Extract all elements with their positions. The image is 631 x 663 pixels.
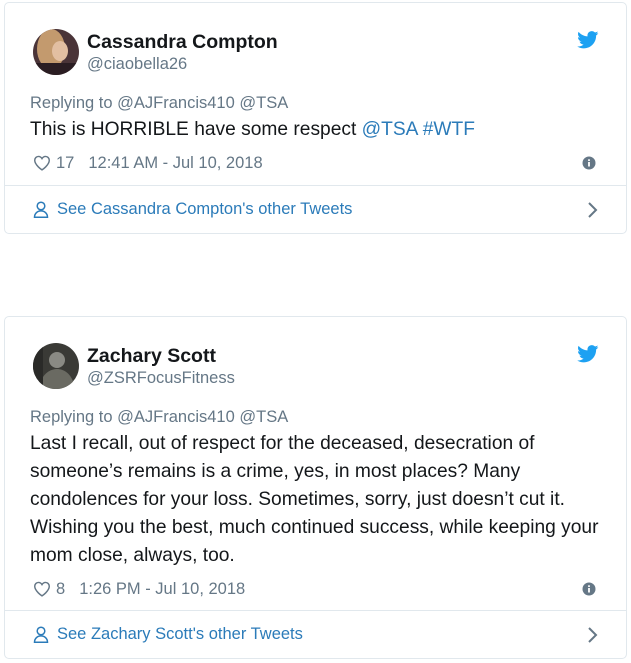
mention-link[interactable]: @TSA [362,119,418,140]
reply-prefix: Replying to [30,94,113,112]
chevron-right-icon [588,626,598,643]
name-block: Cassandra Compton @ciaobella26 [87,30,278,75]
like-count: 8 [56,579,66,598]
tweet-meta: 17 12:41 AM - Jul 10, 2018 [30,144,601,182]
like-button[interactable]: 17 [30,154,88,173]
other-tweets-link[interactable]: See Cassandra Compton's other Tweets [5,185,626,233]
tweet-body: Zachary Scott @ZSRFocusFitness Replying … [5,317,626,608]
info-icon[interactable] [582,582,596,596]
tweet-header: Zachary Scott @ZSRFocusFitness [30,317,601,401]
reply-context: Replying to @AJFrancis410 @TSA [30,406,601,428]
timestamp[interactable]: 12:41 AM - Jul 10, 2018 [88,154,262,173]
tweet-header: Cassandra Compton @ciaobella26 [30,3,601,87]
reply-prefix: Replying to [30,408,113,426]
avatar[interactable] [33,29,79,75]
tweet-card: Zachary Scott @ZSRFocusFitness Replying … [4,316,627,659]
other-tweets-link[interactable]: See Zachary Scott's other Tweets [5,610,626,658]
person-icon [33,201,49,218]
other-tweets-label: See Cassandra Compton's other Tweets [57,200,353,218]
reply-mentions[interactable]: @AJFrancis410 @TSA [117,94,288,112]
tweet-text: Last I recall, out of respect for the de… [30,433,599,566]
like-count: 17 [56,153,75,172]
avatar[interactable] [33,343,79,389]
like-button[interactable]: 8 [30,580,79,599]
tweet-text-plain: This is HORRIBLE have some respect [30,119,362,140]
tweet-body: Cassandra Compton @ciaobella26 Replying … [5,3,626,182]
reply-mentions[interactable]: @AJFrancis410 @TSA [117,408,288,426]
chevron-right-icon [588,201,598,218]
tweet-meta: 8 1:26 PM - Jul 10, 2018 [30,570,601,608]
tweet-text: This is HORRIBLE have some respect @TSA … [30,116,601,144]
hashtag-link[interactable]: #WTF [423,119,475,140]
timestamp[interactable]: 1:26 PM - Jul 10, 2018 [79,580,245,599]
display-name[interactable]: Cassandra Compton [87,30,278,54]
other-tweets-label: See Zachary Scott's other Tweets [57,625,303,643]
user-handle[interactable]: @ZSRFocusFitness [87,368,235,389]
name-block: Zachary Scott @ZSRFocusFitness [87,344,235,389]
heart-icon [33,581,51,597]
info-icon[interactable] [582,156,596,170]
display-name[interactable]: Zachary Scott [87,344,235,368]
user-handle[interactable]: @ciaobella26 [87,54,278,75]
twitter-bird-icon[interactable] [577,345,599,363]
twitter-bird-icon[interactable] [577,31,599,49]
avatar-image [33,343,79,389]
person-icon [33,626,49,643]
tweet-card: Cassandra Compton @ciaobella26 Replying … [4,2,627,234]
heart-icon [33,155,51,171]
avatar-image [33,29,79,75]
reply-context: Replying to @AJFrancis410 @TSA [30,92,601,114]
